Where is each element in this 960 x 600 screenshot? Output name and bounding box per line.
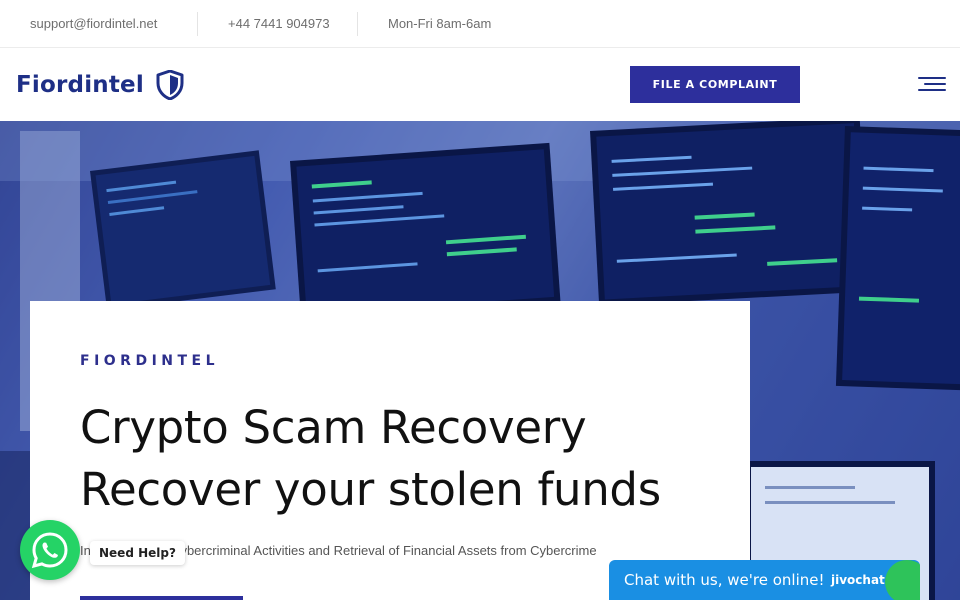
hero-button-edge[interactable]	[80, 596, 243, 600]
live-chat-widget[interactable]: Chat with us, we're online! jivochat	[609, 560, 920, 600]
phone-link[interactable]: +44 7441 904973	[228, 0, 330, 48]
site-logo[interactable]: Fiordintel	[16, 68, 184, 102]
chat-brand-label: jivochat	[831, 573, 885, 587]
live-chat-label: Chat with us, we're online!	[624, 571, 825, 589]
site-header: Fiordintel FILE A COMPLAINT	[0, 48, 960, 121]
divider	[357, 12, 358, 36]
hamburger-menu-icon[interactable]	[918, 74, 946, 94]
chat-bubble-icon	[885, 560, 920, 600]
shield-icon	[156, 70, 184, 100]
hero-headline-line-1: Crypto Scam Recovery	[80, 401, 587, 454]
whatsapp-chat-button[interactable]	[20, 520, 80, 580]
top-contact-bar: support@fiordintel.net +44 7441 904973 M…	[0, 0, 960, 48]
divider	[197, 12, 198, 36]
file-complaint-button[interactable]: FILE A COMPLAINT	[630, 66, 800, 103]
hero-eyebrow: FIORDINTEL	[80, 353, 220, 369]
hero-headline-line-2: Recover your stolen funds	[80, 463, 661, 516]
business-hours: Mon-Fri 8am-6am	[388, 16, 492, 31]
logo-text: Fiordintel	[16, 72, 144, 98]
support-email-link[interactable]: support@fiordintel.net	[30, 0, 157, 48]
whatsapp-icon	[31, 532, 68, 569]
need-help-tooltip[interactable]: Need Help?	[90, 541, 185, 565]
hero-headline: Crypto Scam Recovery Recover your stolen…	[80, 397, 740, 521]
